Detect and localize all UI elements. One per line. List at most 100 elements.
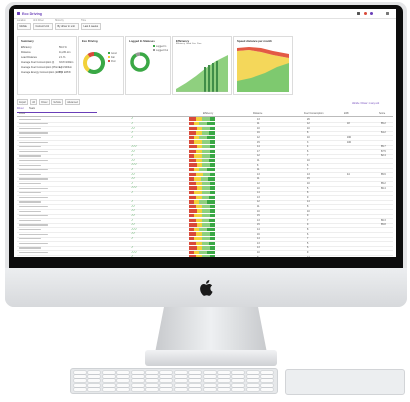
cell-distance: 11 (257, 177, 260, 181)
keyboard-key (160, 387, 173, 391)
logged-in-title: Logged In Statuses (129, 39, 155, 43)
efficiency-card: Efficiency Efficiency Good Fair Poor (172, 36, 232, 95)
keyboard-key (232, 383, 245, 387)
efficiency-heatbar (189, 195, 215, 199)
filter-value[interactable]: By driver in unit (55, 23, 79, 30)
heatbar-segment (209, 213, 215, 218)
heatbar-segment (194, 213, 202, 218)
heatbar-segment (201, 213, 210, 218)
column-header-distance[interactable]: Distance (253, 112, 262, 115)
cell-distance: 13 (257, 195, 260, 199)
trend-arrows: ↗ (131, 154, 133, 158)
column-header-efficiency[interactable]: Efficiency (203, 112, 213, 115)
efficiency-heatbar (189, 218, 215, 222)
cell-fuel: 9 (307, 195, 309, 199)
keyboard-key (246, 375, 259, 379)
filter-all-button[interactable]: All (30, 99, 38, 105)
trend-arrows: ↗ (131, 200, 133, 204)
cell-fuel: 9 (307, 250, 309, 254)
keyboard-key (146, 383, 158, 387)
tab-driver[interactable]: Driver (17, 107, 24, 110)
trend-arrows: ↗↗ (131, 204, 135, 208)
filter-driver-button[interactable]: Driver (39, 99, 50, 105)
filter-label: Show by (55, 20, 64, 22)
filter-label: Time (81, 20, 87, 22)
cell-distance: 15 (257, 140, 260, 144)
trend-arrows: ↗ (131, 190, 133, 194)
filter-show-by[interactable]: Show by By driver in unit (55, 20, 79, 32)
dashboard-cards: Summary Efficiency 59.0 % Distance 11,231 … (17, 36, 393, 95)
heatbar-segment (209, 186, 215, 190)
cell-fuel: 10 (307, 135, 310, 139)
eco-driving-legend: Good Fair Poor (108, 52, 117, 63)
trend-arrows: ↗↗ (131, 177, 135, 181)
column-header-fuel[interactable]: Fuel Consumption (304, 112, 323, 115)
column-header-kwh[interactable]: kWh (344, 112, 349, 115)
efficiency-heatbar (189, 246, 215, 250)
heatbar-segment (209, 204, 215, 209)
filter-value[interactable]: Mobile (17, 23, 31, 30)
efficiency-heatbar (189, 167, 215, 172)
keyboard-key (117, 375, 130, 379)
driver-name-placeholder (19, 210, 41, 212)
user-icon[interactable] (370, 12, 373, 15)
keyboard-key (203, 387, 216, 391)
filter-vehicle-button[interactable]: Vehicle (51, 99, 64, 105)
summary-row: Average Fuel Consumption (l/Tonne) 1.0 l/… (21, 66, 72, 69)
cell-kwh: 44 (347, 172, 350, 176)
bell-icon[interactable] (364, 12, 367, 15)
cell-kwh: 18 (347, 122, 350, 126)
filter-time[interactable]: Time Last 4 weeks (81, 20, 101, 32)
grid-icon[interactable] (357, 12, 360, 15)
advanced-button[interactable]: Advanced (65, 99, 81, 105)
cell-distance: 10 (257, 250, 260, 254)
cell-fuel: 14 (307, 200, 310, 204)
cell-fuel: 15 (307, 177, 310, 181)
column-header-driver[interactable]: Driver (19, 112, 25, 115)
monitor-chin (5, 268, 407, 307)
keyboard-key (218, 375, 230, 379)
keyboard-key (189, 383, 202, 387)
logout-icon[interactable] (386, 12, 389, 15)
tab-team[interactable]: Team (29, 107, 35, 110)
cell-distance: 11 (257, 122, 260, 126)
heatbar-segment (189, 144, 197, 149)
keyboard-key (174, 375, 187, 379)
keyboard-key (232, 375, 245, 379)
keyboard-key (189, 371, 202, 374)
driver-name-placeholder (19, 251, 48, 254)
column-header-score[interactable]: Score (379, 112, 385, 115)
keyboard-key (174, 379, 187, 383)
cell-distance: 9 (257, 256, 258, 257)
driver-name-placeholder (19, 169, 48, 171)
table-row[interactable]: ↗ 9 12 (17, 255, 393, 257)
keyboard-key (246, 383, 259, 387)
keyboard-key (246, 371, 259, 374)
driver-name-placeholder (19, 159, 48, 162)
trend-arrows: ↗↗ (131, 172, 135, 176)
heatbar-segment (202, 181, 210, 186)
cell-fuel: 4 (307, 145, 309, 149)
heatbar-segment (202, 149, 210, 153)
legend-item: Logged In (153, 45, 168, 48)
driver-name-placeholder (19, 150, 48, 153)
driver-name-placeholder (19, 187, 48, 189)
efficiency-heatbar (189, 186, 215, 190)
heatbar-segment (201, 190, 210, 195)
cell-fuel: 12 (307, 122, 310, 126)
filter-location[interactable]: Location Mobile (17, 20, 31, 32)
efficiency-heatbar (189, 140, 215, 144)
heatbar-segment (209, 149, 215, 153)
efficiency-legend: Efficiency Good Fair Poor (176, 43, 202, 45)
heatbar-segment (209, 144, 215, 149)
driver-name-placeholder (19, 146, 41, 148)
heatbar-segment (209, 232, 215, 236)
filter-value[interactable]: Last 4 weeks (81, 23, 101, 30)
efficiency-heatbar (189, 227, 215, 232)
filter-value[interactable]: Current Unit (33, 23, 53, 30)
app-logo-icon (17, 12, 20, 15)
filter-unit-driver[interactable]: Unit Driver Current Unit (33, 20, 53, 32)
keyboard-key (261, 375, 274, 379)
export-button[interactable]: Export (17, 99, 29, 105)
keyboard-key (261, 379, 274, 383)
